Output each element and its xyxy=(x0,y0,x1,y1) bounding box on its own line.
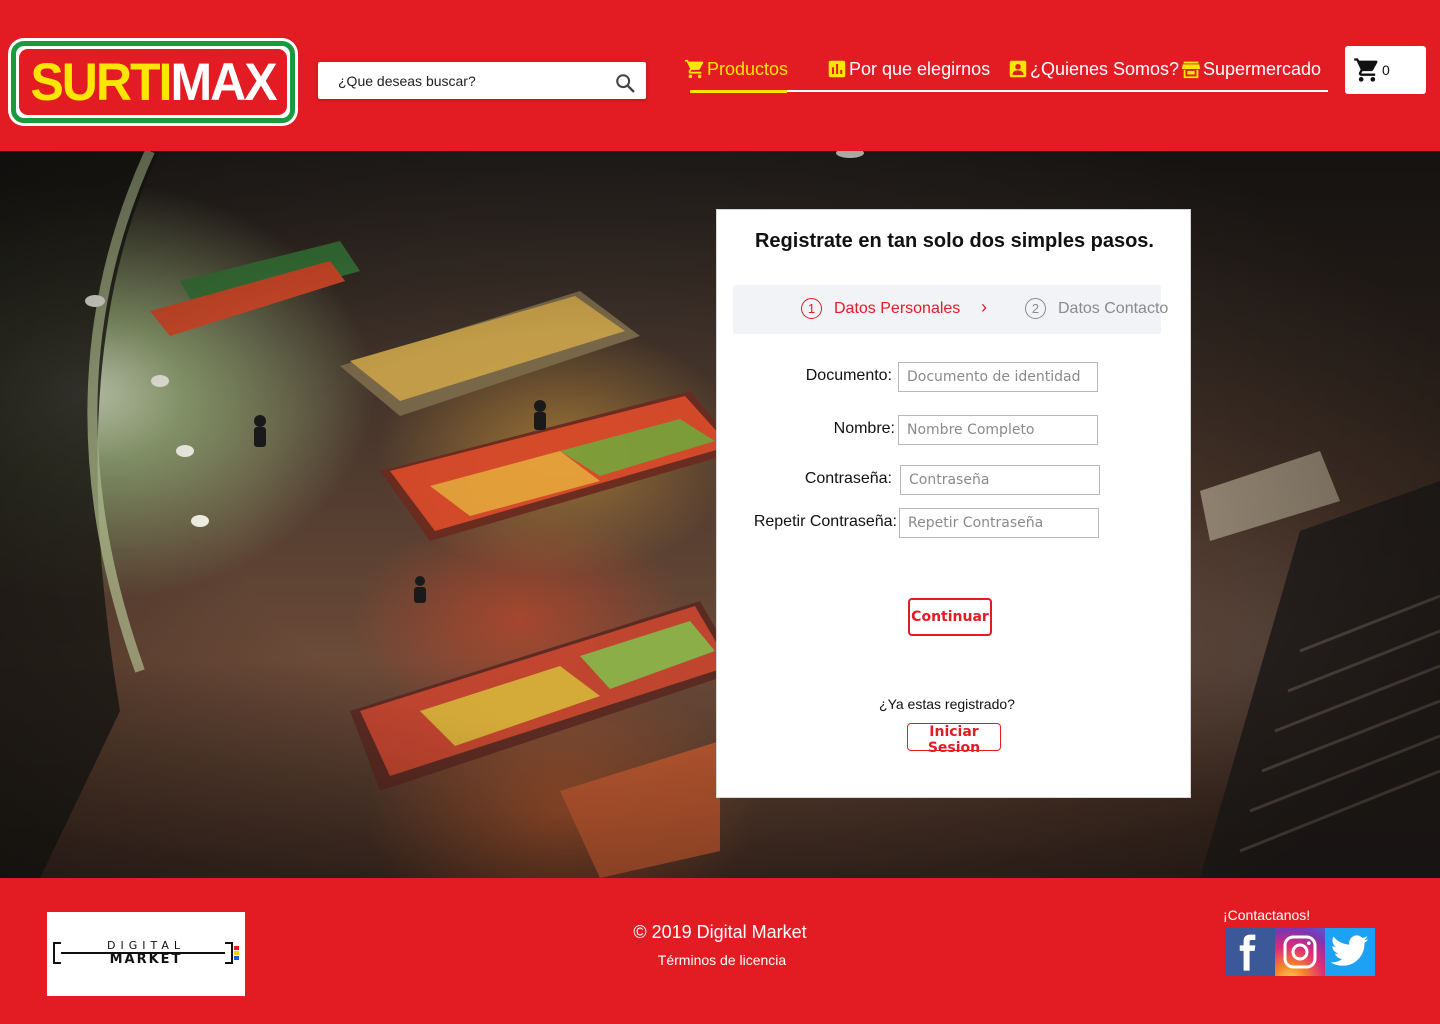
twitter-icon xyxy=(1330,935,1369,966)
continue-button[interactable]: Continuar xyxy=(908,598,992,636)
register-stepper: 1 Datos Personales › 2 Datos Contacto xyxy=(733,285,1168,334)
step-label: Datos Personales xyxy=(834,299,961,317)
nav-item-productos[interactable]: Productos xyxy=(684,57,788,81)
step-number: 1 xyxy=(801,298,822,319)
facebook-link[interactable] xyxy=(1225,928,1275,976)
step-datos-personales[interactable]: 1 Datos Personales xyxy=(801,298,960,319)
step-label: Datos Contacto xyxy=(1058,299,1169,317)
site-header: SURTIMAX Productos Por que elegirnos ¿Qu… xyxy=(0,0,1440,151)
nombre-field[interactable] xyxy=(898,415,1098,445)
repetir-contrasena-label: Repetir Contraseña: xyxy=(753,513,897,530)
twitter-link[interactable] xyxy=(1325,928,1375,976)
nav-item-supermercado[interactable]: Supermercado xyxy=(1180,57,1321,81)
cart-icon xyxy=(1354,58,1378,82)
nav-item-quienes-somos[interactable]: ¿Quienes Somos? xyxy=(1007,57,1179,81)
instagram-icon xyxy=(1283,935,1317,969)
documento-label: Documento: xyxy=(805,367,892,384)
logo-inner: SURTIMAX xyxy=(19,49,287,115)
chevron-right-icon: › xyxy=(981,297,987,317)
nav-label: Productos xyxy=(707,58,789,79)
search-bar xyxy=(318,62,646,99)
main-nav: Productos Por que elegirnos ¿Quienes Som… xyxy=(680,52,1328,94)
step-datos-contacto[interactable]: 2 Datos Contacto xyxy=(1025,298,1168,319)
copyright-text: © 2019 Digital Market xyxy=(633,922,807,942)
nav-item-por-que-elegirnos[interactable]: Por que elegirnos xyxy=(826,57,990,81)
nav-label: Por que elegirnos xyxy=(849,58,991,79)
shopping-cart-icon xyxy=(684,59,704,79)
nav-label: ¿Quienes Somos? xyxy=(1030,58,1180,79)
nombre-label: Nombre: xyxy=(833,420,895,437)
contrasena-field[interactable] xyxy=(900,465,1100,495)
nav-active-indicator xyxy=(690,90,787,93)
cart-button[interactable]: 0 xyxy=(1345,46,1426,94)
contact-label: ¡Contactanos! xyxy=(1223,907,1311,923)
logo-wordmark: SURTIMAX xyxy=(30,52,277,112)
register-title: Registrate en tan solo dos simples pasos… xyxy=(754,230,1154,252)
cart-count: 0 xyxy=(1382,62,1390,78)
site-footer: DIGITAL MARKET © 2019 Digital Market Tér… xyxy=(0,878,1440,1024)
already-registered-text: ¿Ya estas registrado? xyxy=(879,696,1015,712)
login-button[interactable]: Iniciar Sesion xyxy=(907,723,1001,756)
contrasena-label: Contraseña: xyxy=(804,470,892,487)
search-input[interactable] xyxy=(318,62,608,99)
documento-field[interactable] xyxy=(898,362,1098,392)
facebook-icon xyxy=(1239,934,1256,971)
search-icon[interactable] xyxy=(614,72,636,94)
instagram-link[interactable] xyxy=(1275,928,1325,976)
register-card: Registrate en tan solo dos simples pasos… xyxy=(716,209,1191,798)
storefront-icon xyxy=(1181,61,1201,79)
repetir-contrasena-field[interactable] xyxy=(899,508,1099,538)
nav-label: Supermercado xyxy=(1203,58,1322,79)
surtimax-logo[interactable]: SURTIMAX xyxy=(8,38,298,126)
terms-link[interactable]: Términos de licencia xyxy=(0,952,1440,968)
step-number: 2 xyxy=(1025,298,1046,319)
contact-card-icon xyxy=(1009,60,1027,78)
logo-ring: SURTIMAX xyxy=(11,41,295,123)
bar-chart-icon xyxy=(828,60,846,78)
